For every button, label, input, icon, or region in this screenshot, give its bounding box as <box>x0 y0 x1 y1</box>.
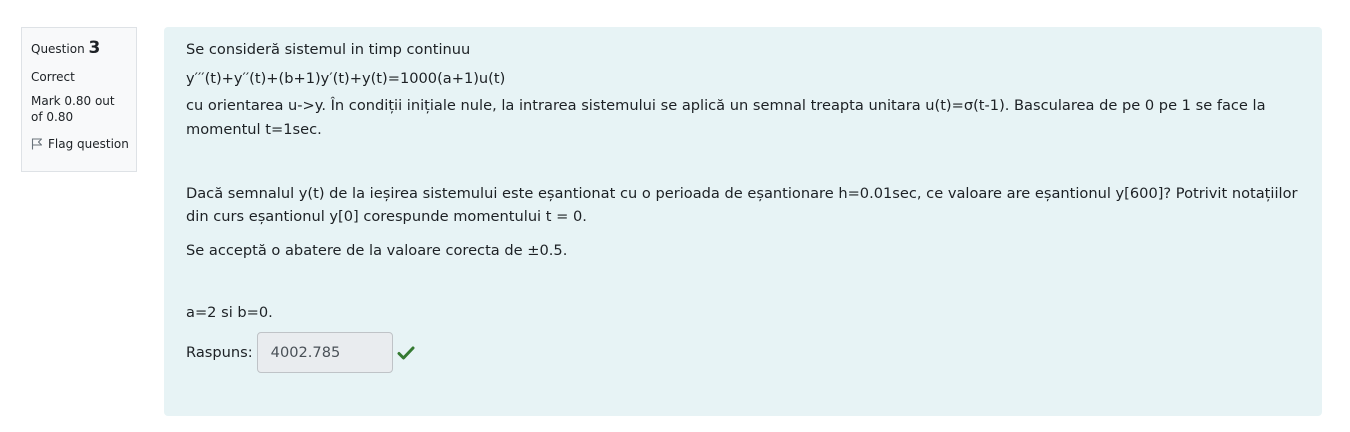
question-text: Dacă semnalul y(t) de la ieșirea sistemu… <box>186 184 1298 226</box>
answer-row: Raspuns: 4002.785 <box>186 332 1300 374</box>
question-heading: Question 3 <box>31 37 127 60</box>
flag-question-label: Flag question <box>48 136 129 151</box>
system-description: cu orientarea u->y. În condiții inițiale… <box>186 97 1266 138</box>
system-equation: y′′′(t)+y′′(t)+(b+1)y′(t)+y(t)=1000(a+1)… <box>186 69 506 87</box>
question-number: 3 <box>88 38 101 58</box>
question-grade: Mark 0.80 out of 0.80 <box>31 94 115 125</box>
question-intro: Se consideră sistemul in timp continuu <box>186 41 471 58</box>
question-label: Question <box>31 42 89 56</box>
question-info-panel: Question 3 Correct Mark 0.80 out of 0.80… <box>21 27 137 172</box>
answer-label: Raspuns: <box>186 343 253 361</box>
flag-outline-icon <box>31 138 43 150</box>
parameters-text: a=2 si b=0. <box>186 304 273 322</box>
answer-input[interactable]: 4002.785 <box>256 332 393 374</box>
flag-question-button[interactable]: Flag question <box>31 136 129 152</box>
check-icon <box>397 346 415 360</box>
tolerance-text: Se acceptă o abatere de la valoare corec… <box>186 241 568 259</box>
question-state: Correct <box>31 69 75 84</box>
question-content: Se consideră sistemul in timp continuu y… <box>164 27 1322 416</box>
